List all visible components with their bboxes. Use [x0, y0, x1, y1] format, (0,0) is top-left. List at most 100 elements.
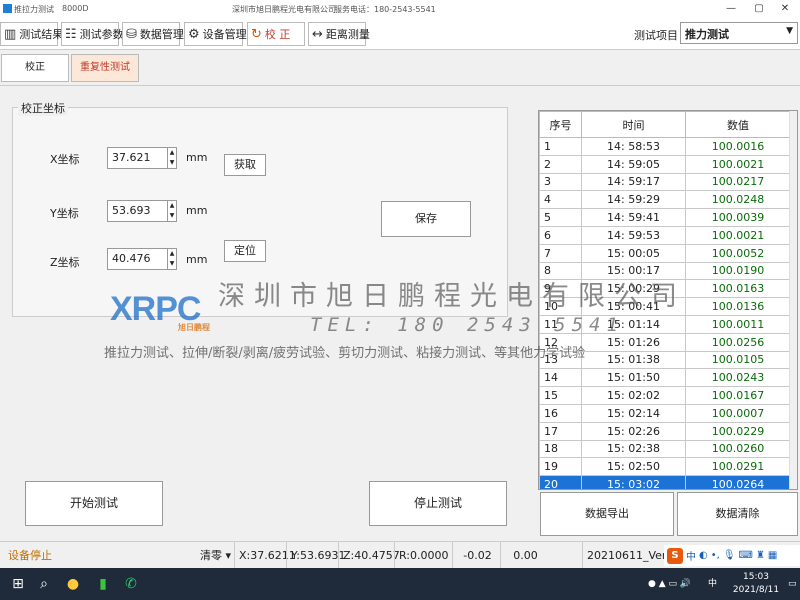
row-time: 14: 59:17 [581, 172, 686, 192]
row-index: 13 [539, 350, 582, 370]
taskbar-lang[interactable]: 中 [708, 568, 717, 600]
z-coord-spinner[interactable]: ▲ ▼ [167, 248, 177, 270]
wechat-icon[interactable]: ✆ [120, 574, 142, 594]
row-time: 15: 01:26 [581, 332, 686, 352]
table-row[interactable]: 16 15: 02:14 100.0007 [539, 403, 791, 423]
status-r: R:0.0000 [394, 542, 449, 569]
locate-button[interactable]: 定位 [224, 240, 266, 262]
results-table[interactable]: 序号 时间 数值 1 14: 58:53 100.0016 2 14: 59:05 100… [538, 110, 798, 490]
row-time: 15: 01:50 [581, 368, 686, 388]
table-row[interactable]: 3 14: 59:17 100.0217 [539, 172, 791, 192]
table-row[interactable]: 18 15: 02:38 100.0260 [539, 439, 791, 459]
app-icon-1[interactable]: ● [62, 574, 84, 594]
shirt-icon: ♜ [755, 550, 765, 561]
device-management-button[interactable]: ⚙ 设备管理 [184, 22, 247, 46]
window-model: 8000D [62, 4, 89, 13]
row-time: 14: 58:53 [581, 137, 686, 156]
table-row[interactable]: 9 15: 00:29 100.0163 [539, 279, 791, 299]
table-row[interactable]: 19 15: 02:50 100.0291 [539, 457, 791, 477]
notification-icon[interactable]: ▭ [788, 568, 797, 600]
tab-calibration[interactable]: 校正 [1, 54, 69, 82]
x-coord-spinner[interactable]: ▲ ▼ [167, 147, 177, 169]
close-icon[interactable]: ✕ [772, 1, 798, 17]
table-row[interactable]: 1 14: 58:53 100.0016 [539, 137, 791, 156]
z-coord-label: Z坐标 [50, 256, 80, 269]
row-time: 14: 59:05 [581, 154, 686, 174]
calibration-group-title: 校正坐标 [18, 100, 68, 116]
row-time: 14: 59:53 [581, 225, 686, 245]
row-index: 14 [539, 368, 582, 388]
row-time: 15: 00:17 [581, 261, 686, 281]
z-coord-unit: mm [186, 253, 208, 266]
table-scrollbar[interactable] [789, 111, 797, 489]
mic-icon: 🎙 [722, 550, 736, 561]
watermark-description: 推拉力测试、拉伸/断裂/剥离/疲劳试验、剪切力测试、粘接力测试、等其他力学试验 [104, 346, 586, 361]
test-results-button[interactable]: ▥ 测试结果 [0, 22, 63, 46]
table-row[interactable]: 15 15: 02:02 100.0167 [539, 386, 791, 405]
table-row[interactable]: 13 15: 01:38 100.0105 [539, 350, 791, 370]
zero-dropdown[interactable]: 清零 ▾ [200, 542, 231, 569]
table-row[interactable]: 5 14: 59:41 100.0039 [539, 208, 791, 227]
table-row[interactable]: 6 14: 59:53 100.0021 [539, 225, 791, 245]
table-row[interactable]: 17 15: 02:26 100.0229 [539, 421, 791, 441]
table-row[interactable]: 11 15: 01:14 100.0011 [539, 314, 791, 334]
stop-test-button[interactable]: 停止测试 [369, 481, 507, 526]
row-index: 5 [539, 208, 582, 227]
tray-icons[interactable]: ● ▲ ▭ 🔊 [648, 568, 691, 600]
calibration-button[interactable]: ↻ 校 正 [247, 22, 305, 46]
taskbar-clock[interactable]: 15:03 2021/8/11 [728, 571, 784, 597]
restore-icon[interactable]: ▢ [746, 1, 772, 17]
row-index: 20 [539, 475, 582, 489]
table-row[interactable]: 20 15: 03:02 100.0264 [539, 475, 791, 489]
title-bar: 推拉力测试 8000D 深圳市旭日鹏程光电有限公司 服务电话：180-2543-… [0, 0, 800, 18]
get-coords-button[interactable]: 获取 [224, 154, 266, 176]
results-table-grid: 序号 时间 数值 1 14: 58:53 100.0016 2 14: 59:05 100… [539, 111, 791, 489]
row-index: 15 [539, 386, 582, 405]
row-value: 100.0007 [685, 403, 791, 423]
test-item-select[interactable]: 推力测试 ▼ [680, 22, 798, 44]
col-header-index: 序号 [539, 111, 582, 138]
status-value-1: -0.02 [452, 542, 498, 569]
row-value: 100.0260 [685, 439, 791, 459]
app-icon-2[interactable]: ▮ [92, 574, 114, 594]
clear-data-button[interactable]: 数据清除 [677, 492, 798, 536]
row-index: 11 [539, 314, 582, 334]
sogou-icon: S [667, 547, 683, 564]
row-time: 15: 02:02 [581, 386, 686, 405]
minimize-icon[interactable]: — [718, 1, 744, 17]
save-button[interactable]: 保存 [381, 201, 471, 237]
ruler-icon: ↔ [312, 26, 323, 42]
table-row[interactable]: 8 15: 00:17 100.0190 [539, 261, 791, 281]
table-row[interactable]: 4 14: 59:29 100.0248 [539, 190, 791, 210]
row-value: 100.0243 [685, 368, 791, 388]
status-value-2: 0.00 [500, 542, 546, 569]
table-row[interactable]: 14 15: 01:50 100.0243 [539, 368, 791, 388]
table-row[interactable]: 10 15: 00:41 100.0136 [539, 297, 791, 316]
database-icon: ⛁ [126, 26, 137, 42]
data-management-button[interactable]: ⛁ 数据管理 [122, 22, 184, 46]
start-test-button[interactable]: 开始测试 [25, 481, 163, 526]
grid-icon: ▦ [767, 550, 778, 561]
row-time: 15: 02:26 [581, 421, 686, 441]
export-data-button[interactable]: 数据导出 [540, 492, 674, 536]
sliders-icon: ☷ [65, 26, 77, 42]
x-coord-label: X坐标 [50, 153, 80, 166]
test-item-label: 测试项目 [634, 29, 678, 42]
row-time: 15: 03:02 [581, 475, 686, 489]
table-row[interactable]: 2 14: 59:05 100.0021 [539, 154, 791, 174]
distance-measure-button[interactable]: ↔ 距离测量 [308, 22, 370, 46]
row-value: 100.0039 [685, 208, 791, 227]
windows-start-icon[interactable]: ⊞ [8, 574, 28, 594]
row-index: 2 [539, 154, 582, 174]
ime-toolbar[interactable]: S 中 ◐ •, 🎙 ⌨ ♜ ▦ [664, 545, 800, 566]
row-time: 15: 00:05 [581, 243, 686, 263]
app-icon [3, 4, 12, 13]
table-row[interactable]: 7 15: 00:05 100.0052 [539, 243, 791, 263]
y-coord-spinner[interactable]: ▲ ▼ [167, 200, 177, 222]
table-row[interactable]: 12 15: 01:26 100.0256 [539, 332, 791, 352]
row-value: 100.0021 [685, 154, 791, 174]
test-params-button[interactable]: ☷ 测试参数 [61, 22, 124, 46]
row-index: 18 [539, 439, 582, 459]
tab-repeatability-test[interactable]: 重复性测试 [71, 54, 139, 82]
search-icon[interactable]: ⌕ [34, 574, 54, 594]
